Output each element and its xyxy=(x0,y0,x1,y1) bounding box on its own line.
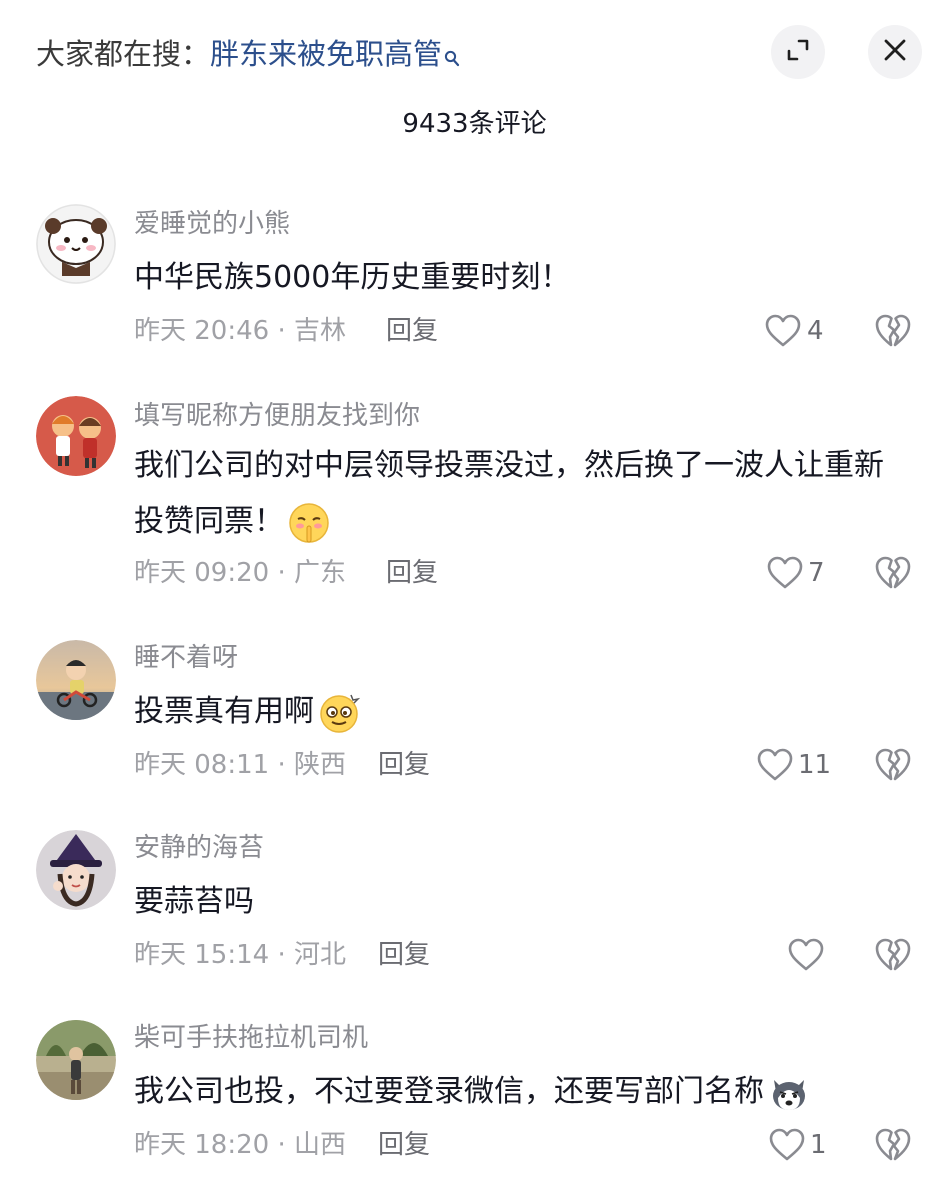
comment-item: 睡不着呀 投票真有用啊 昨天 08:11 · 陕西 回复 11 xyxy=(0,640,949,790)
expand-button[interactable] xyxy=(771,25,825,79)
expand-icon xyxy=(785,37,811,67)
comment-time-location: 昨天 20:46 · 吉林 xyxy=(134,316,346,346)
search-icon xyxy=(444,38,460,67)
comment-text: 我公司也投，不过要登录微信，还要写部门名称 xyxy=(134,1064,894,1120)
like-button[interactable] xyxy=(764,314,802,348)
comment-text-body: 投票真有用啊 xyxy=(134,694,314,729)
like-button[interactable] xyxy=(766,556,804,590)
trending-search-prefix: 大家都在搜： xyxy=(36,37,211,71)
reply-button[interactable]: 回复 xyxy=(378,1128,430,1162)
trending-search-keyword[interactable]: 胖东来被免职高管 xyxy=(210,37,442,71)
comment-item: 爱睡觉的小熊 中华民族5000年历史重要时刻！ 昨天 20:46 · 吉林 回复… xyxy=(0,200,949,370)
trending-search-hint[interactable]: 大家都在搜：胖东来被免职高管 xyxy=(36,34,460,74)
comment-text: 我们公司的对中层领导投票没过，然后换了一波人让重新投赞同票！ xyxy=(134,438,894,550)
like-count: 1 xyxy=(810,1130,827,1160)
heart-icon xyxy=(756,748,794,786)
top-bar: 大家都在搜：胖东来被免职高管 xyxy=(0,0,949,105)
broken-heart-icon xyxy=(874,748,912,787)
like-count: 11 xyxy=(798,750,832,780)
heart-icon xyxy=(766,556,804,594)
avatar[interactable] xyxy=(36,830,116,910)
like-button[interactable] xyxy=(756,748,794,782)
comment-time-location: 昨天 15:14 · 河北 xyxy=(134,940,346,970)
dislike-button[interactable] xyxy=(874,747,912,783)
broken-heart-icon xyxy=(874,314,912,353)
reply-button[interactable]: 回复 xyxy=(386,556,438,590)
comment-time-location: 昨天 08:11 · 陕西 xyxy=(134,750,346,780)
reply-button[interactable]: 回复 xyxy=(378,938,430,972)
comment-text-body: 中华民族5000年历史重要时刻！ xyxy=(134,260,571,295)
comment-item: 填写昵称方便朋友找到你 我们公司的对中层领导投票没过，然后换了一波人让重新投赞同… xyxy=(0,394,949,604)
dizzy-face-emoji xyxy=(318,692,361,734)
husky-dog-emoji xyxy=(768,1072,810,1114)
comment-item: 安静的海苔 要蒜苔吗 昨天 15:14 · 河北 回复 xyxy=(0,830,949,980)
comment-username[interactable]: 柴可手扶拖拉机司机 xyxy=(134,1022,368,1054)
comment-text: 中华民族5000年历史重要时刻！ xyxy=(134,250,894,306)
comment-count-title: 9433条评论 xyxy=(402,109,547,139)
broken-heart-icon xyxy=(874,1128,912,1167)
avatar[interactable] xyxy=(36,1020,116,1100)
heart-icon xyxy=(787,938,825,976)
comment-text: 投票真有用啊 xyxy=(134,684,894,740)
comment-text: 要蒜苔吗 xyxy=(134,874,894,930)
avatar[interactable] xyxy=(36,204,116,284)
comment-time-location: 昨天 18:20 · 山西 xyxy=(134,1130,346,1160)
dislike-button[interactable] xyxy=(874,937,912,973)
comment-text-body: 我公司也投，不过要登录微信，还要写部门名称 xyxy=(134,1074,764,1109)
reply-button[interactable]: 回复 xyxy=(378,748,430,782)
like-count: 7 xyxy=(808,558,825,588)
comment-item: 柴可手扶拖拉机司机 我公司也投，不过要登录微信，还要写部门名称 昨天 18:20… xyxy=(0,1020,949,1180)
close-button[interactable] xyxy=(868,25,922,79)
heart-icon xyxy=(764,314,802,352)
comment-username[interactable]: 爱睡觉的小熊 xyxy=(134,208,290,240)
broken-heart-icon xyxy=(874,938,912,977)
like-button[interactable] xyxy=(787,938,825,972)
comment-username[interactable]: 填写昵称方便朋友找到你 xyxy=(134,400,420,432)
like-button[interactable] xyxy=(768,1128,806,1162)
dislike-button[interactable] xyxy=(874,313,912,349)
close-icon xyxy=(882,37,908,67)
broken-heart-icon xyxy=(874,556,912,595)
dislike-button[interactable] xyxy=(874,555,912,591)
comment-time-location: 昨天 09:20 · 广东 xyxy=(134,558,346,588)
comment-text-body: 要蒜苔吗 xyxy=(134,884,254,919)
dislike-button[interactable] xyxy=(874,1127,912,1163)
comment-text-body: 我们公司的对中层领导投票没过，然后换了一波人让重新投赞同票！ xyxy=(134,448,884,539)
comment-username[interactable]: 安静的海苔 xyxy=(134,832,264,864)
shush-face-emoji xyxy=(288,502,330,544)
comment-username[interactable]: 睡不着呀 xyxy=(134,642,238,674)
avatar[interactable] xyxy=(36,396,116,476)
heart-icon xyxy=(768,1128,806,1166)
reply-button[interactable]: 回复 xyxy=(386,314,438,348)
avatar[interactable] xyxy=(36,640,116,720)
like-count: 4 xyxy=(807,316,824,346)
